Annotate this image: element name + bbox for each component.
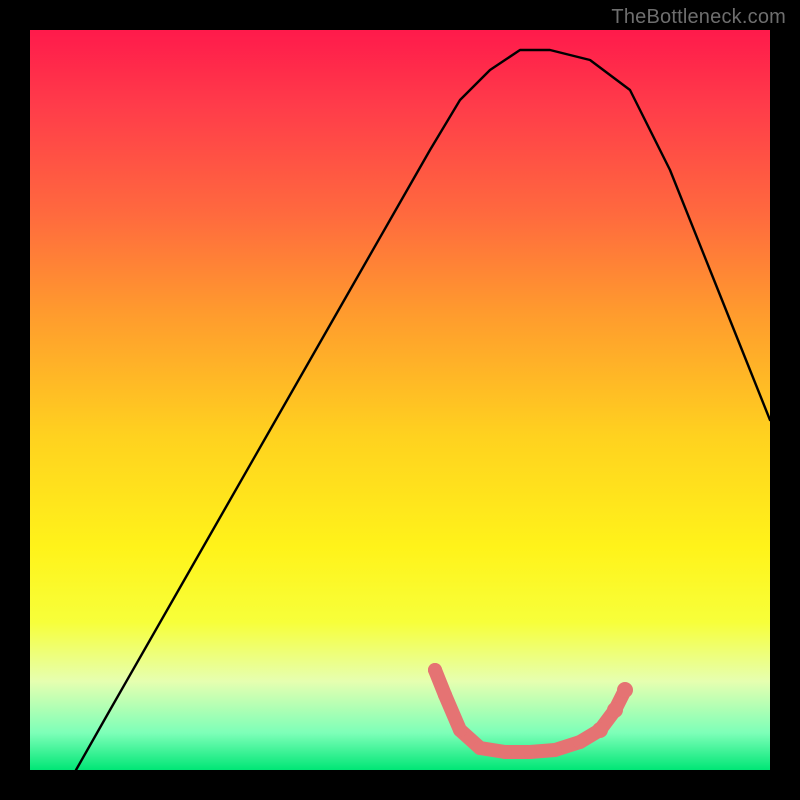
highlight-stroke [435,670,625,752]
highlight-dot [498,745,512,759]
bottleneck-curve [76,50,770,770]
highlight-dot [607,702,623,718]
highlight-dot [617,682,633,698]
highlight-dot [453,723,467,737]
highlight-dot [428,663,442,677]
highlight-dot [548,743,562,757]
highlight-dot [473,741,487,755]
highlight-dot [592,722,608,738]
highlight-dot [573,735,587,749]
highlight-dot [438,688,452,702]
watermark-label: TheBottleneck.com [611,6,786,29]
optimal-range-highlight [428,663,633,759]
highlight-dot [523,745,537,759]
chart-frame [30,30,770,770]
chart-svg [30,30,770,770]
